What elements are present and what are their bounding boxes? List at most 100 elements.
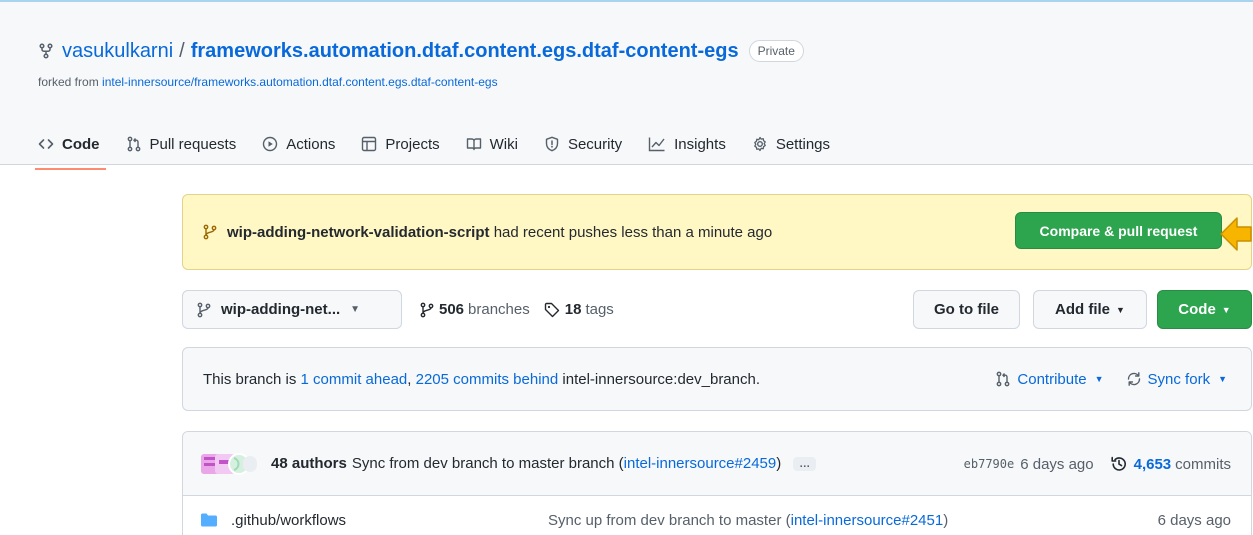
tab-label: Pull requests [149, 135, 237, 153]
authors-count-link[interactable]: 48 authors [271, 455, 347, 472]
commit-sha-link[interactable]: eb7790e [964, 457, 1015, 471]
branch-icon [203, 224, 217, 240]
chevron-down-icon: ▼ [350, 304, 361, 315]
table-icon [361, 136, 385, 152]
forked-from-link[interactable]: intel-innersource/frameworks.automation.… [102, 75, 498, 89]
file-listing: 48 authors Sync from dev branch to maste… [182, 431, 1252, 535]
tab-security[interactable]: Security [544, 128, 622, 160]
branch-selector[interactable]: wip-adding-net... ▼ [182, 290, 402, 329]
tab-pull-requests[interactable]: Pull requests [126, 128, 237, 160]
repo-separator: / [179, 39, 185, 62]
pull-request-icon [126, 136, 150, 152]
repo-owner-link[interactable]: vasukulkarni [62, 40, 173, 63]
visibility-badge: Private [748, 40, 804, 62]
add-file-label: Add file [1055, 301, 1111, 318]
tab-wiki[interactable]: Wiki [466, 128, 518, 160]
repo-name-link[interactable]: frameworks.automation.dtaf.content.egs.d… [191, 40, 739, 63]
file-commit-message: Sync up from dev branch to master (intel… [548, 512, 948, 529]
tab-label: Code [62, 135, 100, 153]
repo-forked-icon [38, 43, 54, 59]
sync-fork-label: Sync fork [1147, 370, 1211, 388]
file-age: 6 days ago [1157, 511, 1231, 529]
tags-label: tags [585, 301, 614, 318]
commits-label: commits [1175, 455, 1231, 473]
recent-push-banner: wip-adding-network-validation-script had… [182, 194, 1252, 270]
tab-label: Actions [286, 135, 336, 153]
selected-branch-label: wip-adding-net... [221, 301, 341, 318]
history-icon [1110, 455, 1128, 473]
status-prefix: This branch is [203, 370, 297, 388]
repo-counts: 506 branches 18 tags [420, 290, 628, 329]
author-avatars[interactable] [201, 452, 259, 476]
status-comma: , [407, 370, 412, 388]
tab-label: Security [567, 135, 623, 153]
contribute-button[interactable]: Contribute ▼ [995, 370, 1104, 388]
forked-from-line: forked from intel-innersource/frameworks… [38, 75, 498, 89]
contribute-label: Contribute [1017, 370, 1087, 388]
shield-icon [544, 136, 568, 152]
recent-push-message: had recent pushes less than a minute ago [493, 223, 773, 241]
latest-commit-row: 48 authors Sync from dev branch to maste… [183, 432, 1251, 496]
tags-count: 18 [564, 301, 582, 318]
latest-commit-meta: eb7790e 6 days ago 4,653 commits [964, 432, 1231, 496]
file-commit-text: Sync up from dev branch to master ( [548, 511, 791, 529]
tab-label: Settings [775, 135, 831, 153]
status-target: intel-innersource:dev_branch. [562, 370, 761, 388]
sync-icon [1126, 371, 1148, 387]
tab-label: Insights [674, 135, 726, 153]
file-commit-ref-link[interactable]: intel-innersource#2451 [791, 512, 944, 529]
go-to-file-button[interactable]: Go to file [913, 290, 1020, 329]
expand-commit-message-button[interactable]: … [793, 456, 817, 471]
tab-label: Wiki [489, 135, 518, 153]
fork-actions: Contribute ▼ Sync fork ▼ [973, 348, 1227, 410]
file-name-link[interactable]: .github/workflows [231, 512, 346, 529]
chevron-down-icon: ▼ [1116, 304, 1125, 315]
tab-actions[interactable]: Actions [262, 128, 335, 160]
add-file-button[interactable]: Add file ▼ [1033, 290, 1147, 329]
commit-history-link[interactable]: 4,653 commits [1110, 455, 1231, 473]
commits-ahead-link[interactable]: 1 commit ahead [301, 371, 408, 388]
branches-label: branches [468, 301, 530, 318]
branches-count: 506 [439, 301, 465, 318]
commits-behind-link[interactable]: 2205 commits behind [416, 371, 559, 388]
repo-title: vasukulkarni / frameworks.automation.dta… [38, 38, 804, 64]
tab-code[interactable]: Code [35, 128, 105, 170]
branches-link[interactable]: 506 branches [420, 301, 530, 318]
tab-insights[interactable]: Insights [648, 128, 726, 160]
tab-settings[interactable]: Settings [752, 128, 830, 160]
latest-commit-ref-link[interactable]: intel-innersource#2459 [624, 455, 777, 472]
commit-count: 4,653 [1133, 455, 1172, 473]
code-button[interactable]: Code ▼ [1157, 290, 1252, 329]
repo-header: vasukulkarni / frameworks.automation.dta… [0, 0, 1253, 170]
pull-request-icon [995, 371, 1017, 387]
branch-icon [197, 302, 211, 318]
repo-nav-tabs: Code Pull requests Actions Projects Wiki… [35, 124, 856, 170]
branch-toolbar: wip-adding-net... ▼ 506 branches 18 tags… [182, 290, 1252, 330]
tag-icon [544, 302, 565, 318]
branch-icon [420, 302, 439, 318]
chevron-down-icon: ▼ [1218, 374, 1227, 384]
latest-commit-message: Sync from dev branch to master branch ( [351, 455, 624, 472]
chevron-down-icon: ▼ [1221, 304, 1231, 315]
arrow-pointer-icon [1219, 215, 1253, 253]
tags-link[interactable]: 18 tags [544, 301, 614, 318]
compare-pull-request-button[interactable]: Compare & pull request [1015, 212, 1222, 249]
graph-icon [648, 136, 674, 152]
book-icon [466, 136, 490, 152]
branch-status-box: This branch is 1 commit ahead, 2205 comm… [182, 347, 1252, 411]
latest-commit-close: ) [776, 455, 782, 472]
pushed-branch-name[interactable]: wip-adding-network-validation-script [227, 224, 490, 241]
gear-icon [752, 136, 776, 152]
commit-age: 6 days ago [1020, 455, 1094, 473]
play-icon [262, 136, 286, 152]
folder-icon [201, 513, 217, 527]
chevron-down-icon: ▼ [1094, 374, 1104, 384]
code-icon [38, 136, 62, 152]
tab-label: Projects [385, 135, 440, 153]
sync-fork-button[interactable]: Sync fork ▼ [1126, 371, 1227, 388]
forked-prefix: forked from [38, 75, 99, 89]
recent-push-text: wip-adding-network-validation-script had… [227, 224, 772, 241]
file-commit-close: ) [943, 511, 949, 529]
tab-projects[interactable]: Projects [361, 128, 440, 160]
file-row: .github/workflows Sync up from dev branc… [183, 496, 1251, 535]
